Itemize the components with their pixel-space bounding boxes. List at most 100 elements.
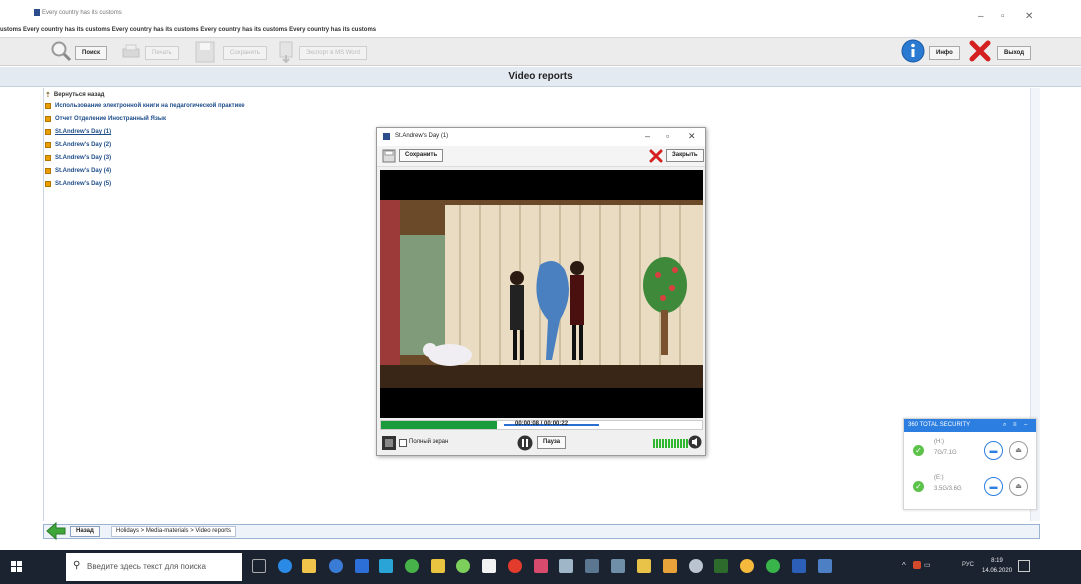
app-icon[interactable]: [559, 559, 573, 573]
opera-icon[interactable]: [508, 559, 522, 573]
folder-icon[interactable]: [431, 559, 445, 573]
eject-icon[interactable]: ⏏: [1009, 441, 1028, 460]
file-explorer-icon[interactable]: [302, 559, 316, 573]
edge-icon[interactable]: [278, 559, 292, 573]
app-icon[interactable]: [534, 559, 548, 573]
tray-arrow-icon[interactable]: ^: [902, 561, 906, 570]
pause-button[interactable]: Пауза: [537, 436, 567, 449]
folder-icon[interactable]: ▬: [984, 441, 1003, 460]
menu-icon[interactable]: ≡: [1013, 419, 1017, 432]
video-save-button[interactable]: Сохранить: [399, 149, 444, 162]
list-item[interactable]: St.Andrew's Day (5): [45, 181, 111, 187]
info-button[interactable]: Инфо: [929, 46, 960, 60]
app-title: Every country has its customs: [42, 10, 122, 16]
app-icon[interactable]: [637, 559, 651, 573]
list-item[interactable]: Отчет Отделение Иностранный Язык: [45, 116, 166, 122]
taskbar-clock[interactable]: 8:19 14.06.2020: [982, 556, 1012, 576]
list-item[interactable]: St.Andrew's Day (3): [45, 155, 111, 161]
exit-icon[interactable]: [968, 39, 992, 63]
exit-button[interactable]: Выход: [997, 46, 1032, 60]
list-item-label: St.Andrew's Day (3): [55, 155, 112, 161]
battery-icon[interactable]: ▭: [924, 561, 931, 569]
windows-start-icon[interactable]: [0, 550, 33, 584]
list-item-label: St.Andrew's Day (4): [55, 168, 112, 174]
app-icon[interactable]: [766, 559, 780, 573]
security-tray-icon[interactable]: [913, 561, 921, 569]
word-icon[interactable]: [792, 559, 806, 573]
document-icon[interactable]: [482, 559, 496, 573]
app-icon[interactable]: [689, 559, 703, 573]
task-view-icon[interactable]: [252, 559, 266, 573]
app-icon[interactable]: [611, 559, 625, 573]
playback-time: 00:00:08 / 00:00:22: [515, 421, 569, 427]
back-link[interactable]: ⇡ Вернуться назад: [45, 91, 104, 99]
app-icon: [34, 9, 40, 16]
video-icon: [45, 142, 51, 148]
app-icon[interactable]: [818, 559, 832, 573]
app-icon[interactable]: [456, 559, 470, 573]
save-button[interactable]: Сохранить: [223, 46, 267, 60]
chrome-icon[interactable]: [740, 559, 754, 573]
minimize-icon[interactable]: –: [978, 11, 984, 22]
search-button[interactable]: Поиск: [75, 46, 108, 60]
app-icon[interactable]: [585, 559, 599, 573]
maximize-icon[interactable]: ▫: [1001, 11, 1005, 22]
seek-bar[interactable]: 00:00:08 / 00:00:22: [380, 420, 703, 430]
video-frame[interactable]: [380, 170, 703, 418]
check-icon: ✓: [913, 445, 924, 456]
export-word-button[interactable]: Экспорт в MS Word: [299, 46, 367, 60]
maximize-icon[interactable]: ▫: [666, 131, 669, 141]
list-item[interactable]: St.Andrew's Day (1): [45, 129, 111, 135]
fullscreen-checkbox[interactable]: [399, 439, 407, 447]
notifications-icon[interactable]: [1018, 560, 1030, 572]
close-icon[interactable]: ✕: [1025, 11, 1033, 22]
video-close-button[interactable]: Закрыть: [666, 149, 704, 162]
video-icon: [45, 116, 51, 122]
drive-name: (E:): [934, 475, 944, 481]
print-button[interactable]: Печать: [145, 46, 179, 60]
window-icon: [383, 133, 390, 140]
browser-icon[interactable]: [329, 559, 343, 573]
save-icon: [382, 149, 396, 163]
info-icon[interactable]: [901, 39, 925, 63]
app-icon[interactable]: [714, 559, 728, 573]
fullscreen-label: Полный экран: [409, 439, 449, 445]
mail-icon[interactable]: [379, 559, 393, 573]
list-item[interactable]: Использование электронной книги на педаг…: [45, 103, 245, 109]
folder-icon[interactable]: ▬: [984, 477, 1003, 496]
pause-icon[interactable]: [517, 435, 533, 451]
search-icon[interactable]: [50, 40, 72, 62]
security-widget: 360 TOTAL SECURITY ⌕ ≡ – ✓ (H:) 7G/7.1G …: [903, 418, 1037, 510]
list-item-label: St.Andrew's Day (1): [55, 129, 112, 135]
volume-meter[interactable]: [653, 439, 688, 448]
list-item[interactable]: St.Andrew's Day (4): [45, 168, 111, 174]
minimize-icon[interactable]: –: [645, 131, 650, 141]
list-item[interactable]: St.Andrew's Day (2): [45, 142, 111, 148]
breadcrumb: Holidays > Media-materials > Video repor…: [111, 526, 236, 537]
video-icon: [45, 168, 51, 174]
marquee-text: ustoms Every country has its customs Eve…: [0, 27, 377, 33]
minimize-icon[interactable]: –: [1024, 419, 1027, 432]
video-icon: [45, 155, 51, 161]
close-red-icon[interactable]: [649, 149, 663, 163]
back-button[interactable]: Назад: [70, 526, 100, 537]
back-link-label: Вернуться назад: [53, 92, 105, 98]
security-widget-title: 360 TOTAL SECURITY: [908, 422, 971, 428]
save-icon: [195, 41, 215, 63]
language-indicator[interactable]: РУС: [962, 562, 974, 568]
fullscreen-icon: [382, 436, 396, 450]
back-arrow-icon[interactable]: [46, 522, 66, 540]
close-icon[interactable]: ✕: [688, 131, 696, 142]
app-icon[interactable]: [663, 559, 677, 573]
list-item-label: Отчет Отделение Иностранный Язык: [55, 116, 166, 122]
app-icon[interactable]: [405, 559, 419, 573]
drive-size: 7G/7.1G: [934, 450, 957, 456]
video-still-image: [380, 170, 703, 418]
volume-icon[interactable]: [688, 435, 702, 449]
app-icon[interactable]: [355, 559, 369, 573]
bottom-navigation: Назад Holidays > Media-materials > Video…: [43, 522, 1040, 540]
eject-icon[interactable]: ⏏: [1009, 477, 1028, 496]
check-icon: ✓: [913, 481, 924, 492]
search-icon[interactable]: ⌕: [1003, 419, 1006, 432]
video-player-window: St.Andrew's Day (1) – ▫ ✕ Сохранить Закр…: [376, 127, 706, 456]
